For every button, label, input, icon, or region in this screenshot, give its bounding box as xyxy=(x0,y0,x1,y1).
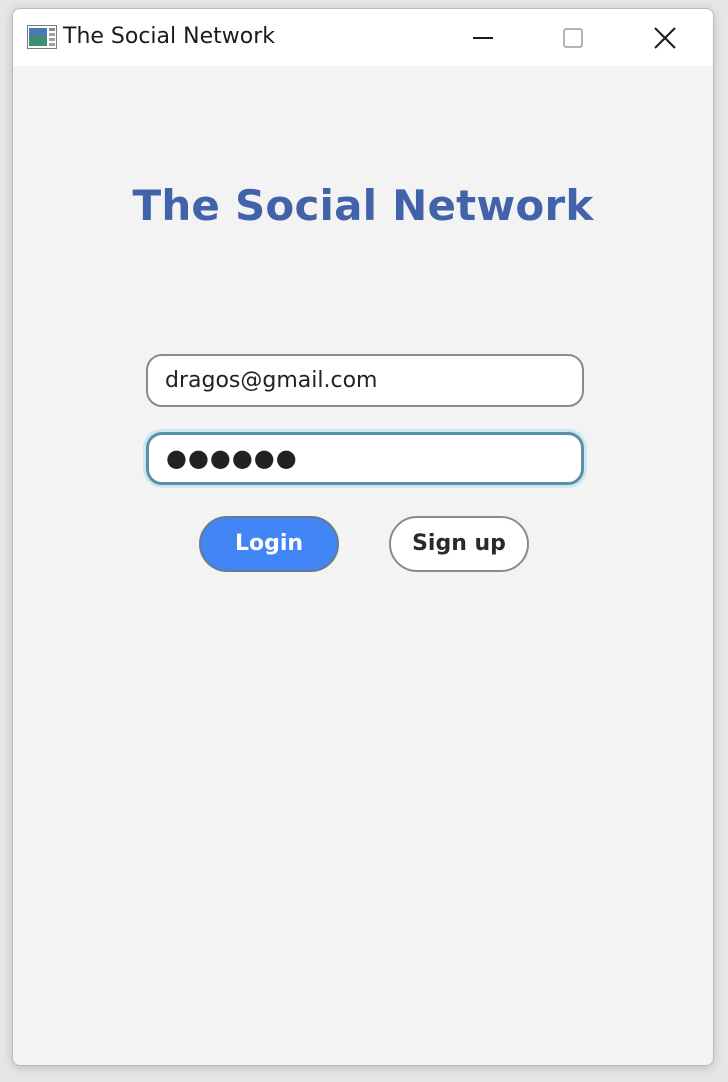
email-field[interactable]: dragos@gmail.com xyxy=(146,354,584,407)
signup-button[interactable]: Sign up xyxy=(389,516,529,572)
title-bar[interactable]: The Social Network xyxy=(13,9,713,66)
window-title: The Social Network xyxy=(63,24,275,49)
login-button[interactable]: Login xyxy=(199,516,339,572)
app-icon xyxy=(27,25,57,49)
app-window: The Social Network The Social Network dr… xyxy=(12,8,714,1066)
close-button[interactable] xyxy=(619,9,711,66)
maximize-button[interactable] xyxy=(527,9,619,66)
minimize-button[interactable] xyxy=(437,9,529,66)
password-field[interactable]: ●●●●●● xyxy=(146,432,584,485)
page-title: The Social Network xyxy=(132,181,594,230)
minimize-icon xyxy=(473,36,493,39)
maximize-icon xyxy=(563,27,583,48)
close-icon xyxy=(654,26,676,49)
